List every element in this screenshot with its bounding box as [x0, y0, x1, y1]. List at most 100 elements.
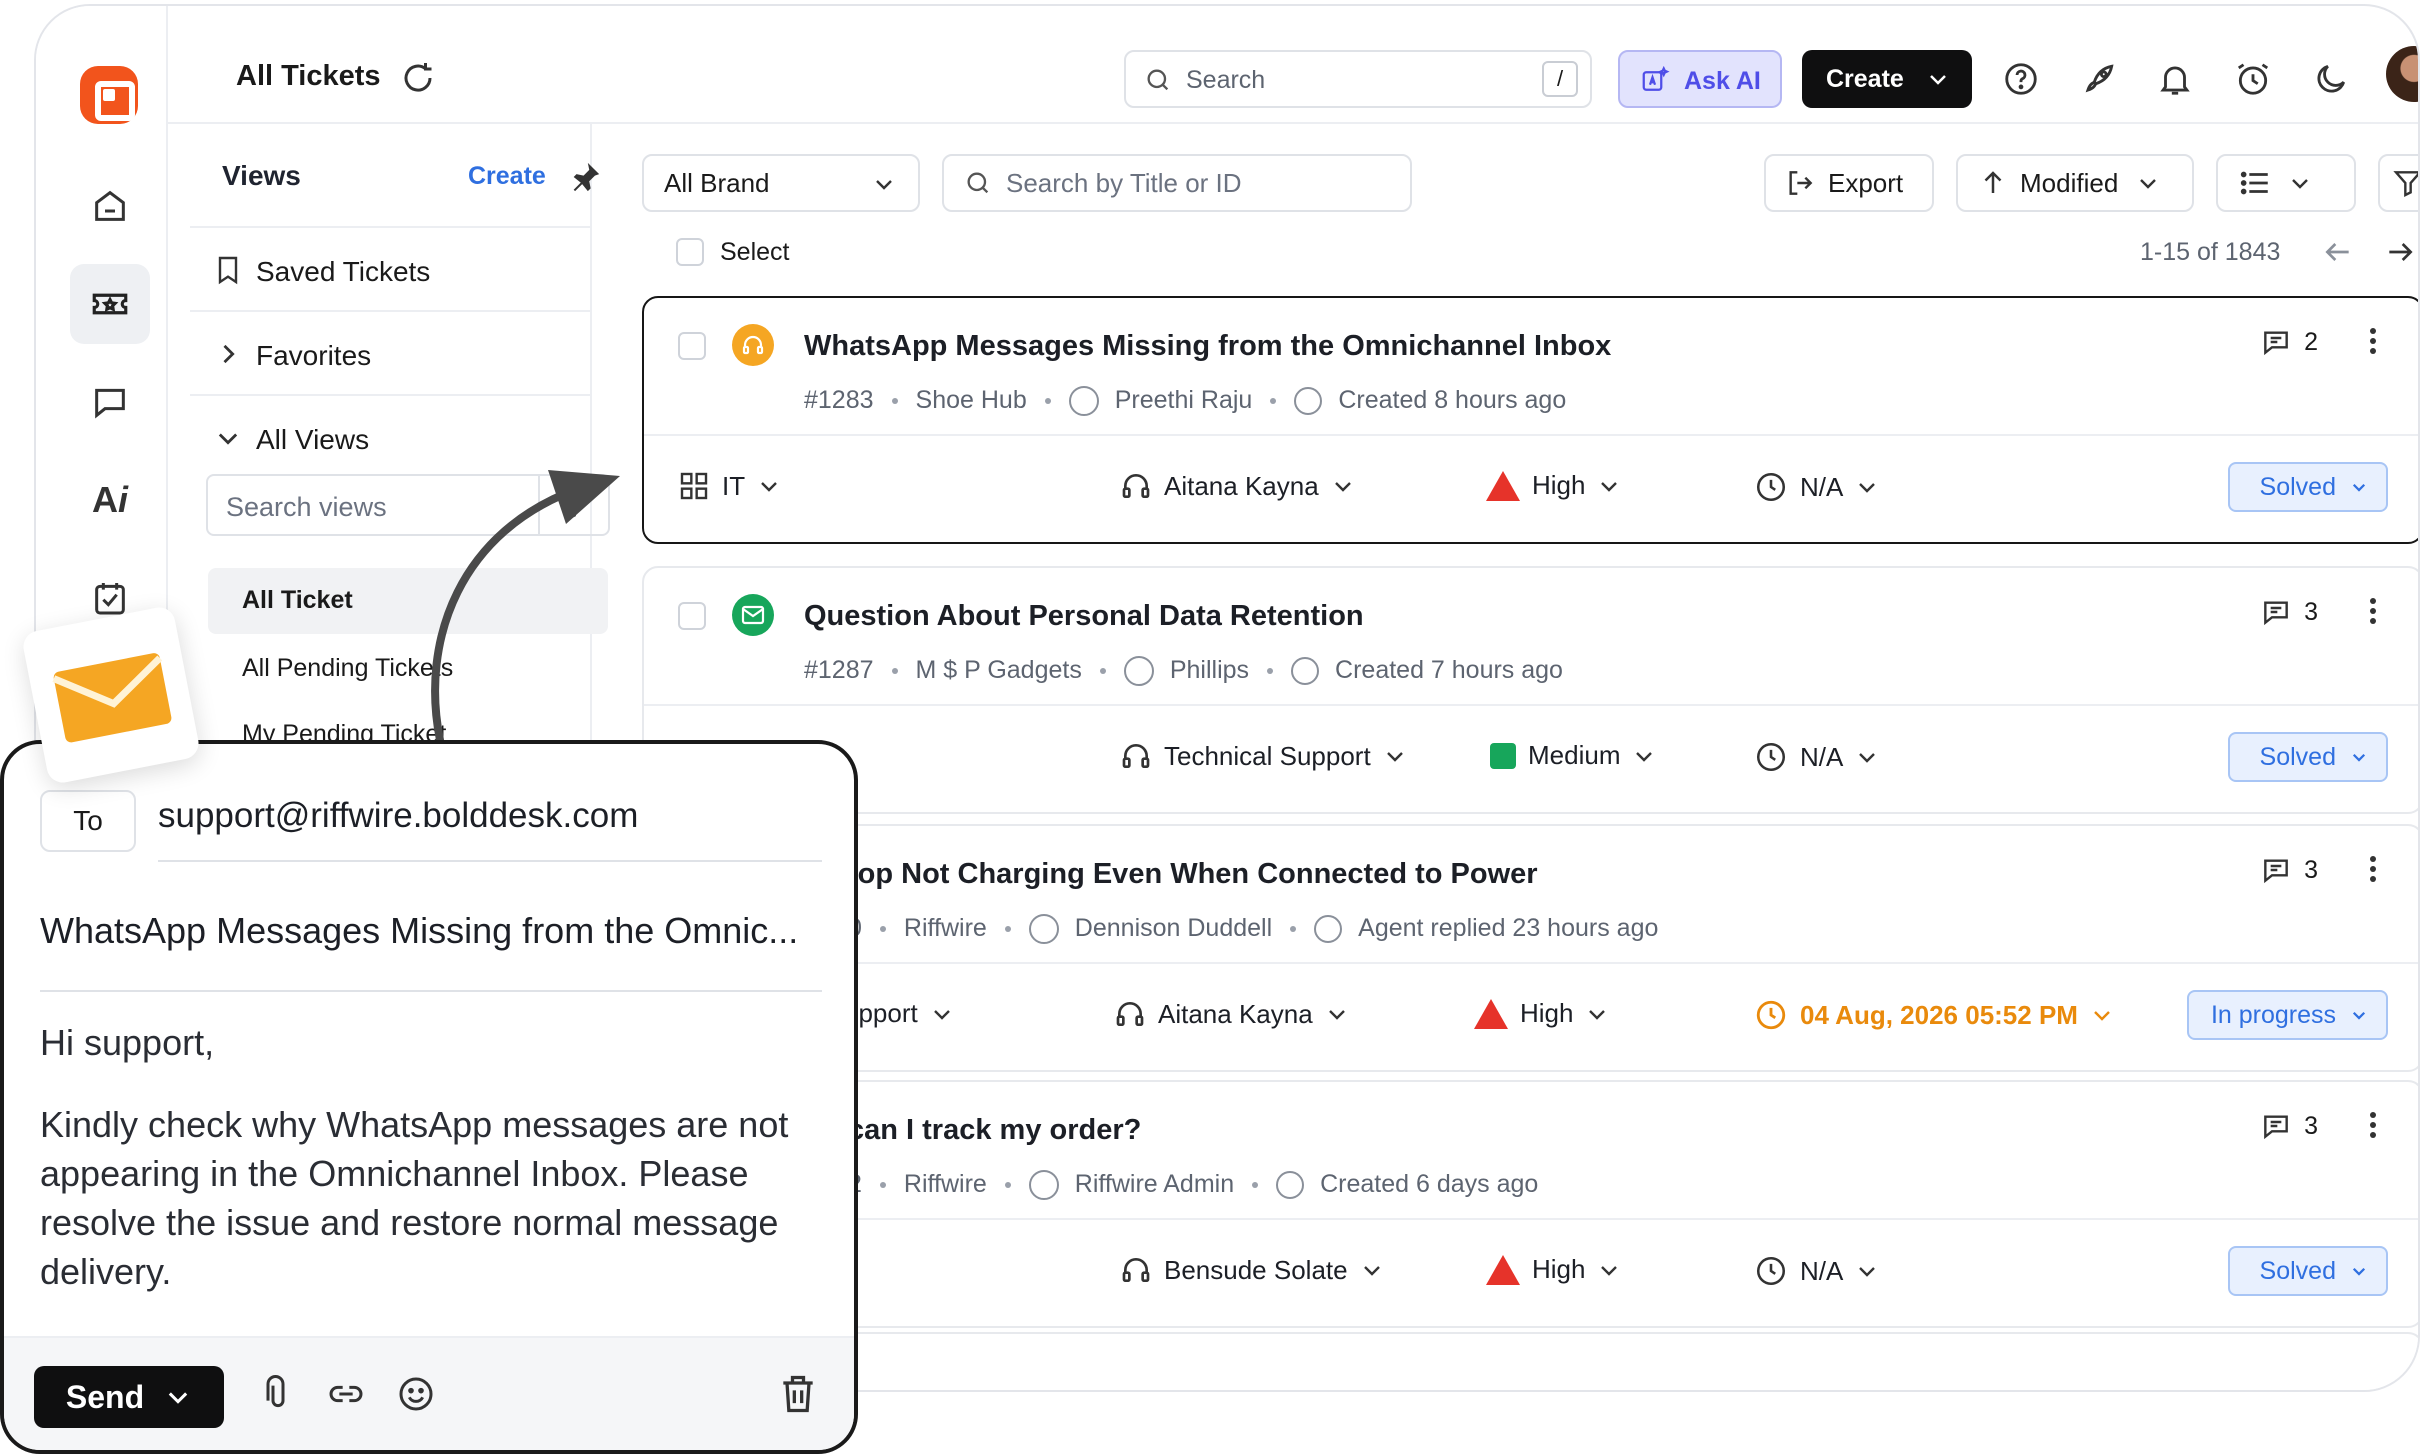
ticket-title[interactable]: WhatsApp Messages Missing from the Omnic…: [804, 330, 1611, 363]
attachment-icon[interactable]: [258, 1374, 298, 1414]
ticket-time: Created 7 hours ago: [1335, 656, 1563, 684]
brand-dropdown-label: All Brand: [664, 167, 770, 198]
agent-dropdown[interactable]: Technical Support: [1120, 740, 1407, 772]
comment-count[interactable]: 2: [2260, 326, 2318, 358]
ticket-title[interactable]: top Not Charging Even When Connected to …: [848, 858, 1538, 891]
priority-dropdown[interactable]: Medium: [1490, 740, 1656, 771]
ticket-title[interactable]: can I track my order?: [848, 1114, 1141, 1147]
refresh-icon[interactable]: [400, 60, 436, 96]
view-item-all-ticket[interactable]: All Ticket: [242, 586, 353, 615]
help-icon[interactable]: [2002, 60, 2042, 100]
chevron-down-icon: [1386, 752, 1403, 762]
priority-dropdown[interactable]: High: [1486, 1254, 1621, 1285]
emoji-icon[interactable]: [396, 1374, 436, 1414]
email-greeting[interactable]: Hi support,: [40, 1022, 214, 1064]
ask-ai-button[interactable]: Ask AI: [1618, 50, 1782, 108]
due-date-dropdown[interactable]: N/A: [1754, 470, 1879, 504]
link-icon[interactable]: [326, 1374, 366, 1414]
priority-label: Medium: [1528, 740, 1621, 770]
alarm-clock-icon[interactable]: [2234, 60, 2274, 100]
status-label: Solved: [2259, 742, 2336, 771]
ticket-checkbox[interactable]: [678, 602, 706, 630]
due-date-dropdown[interactable]: 04 Aug, 2026 05:52 PM: [1754, 998, 2114, 1032]
priority-dropdown[interactable]: High: [1486, 470, 1621, 501]
ticket-card[interactable]: WhatsApp Messages Missing from the Omnic…: [642, 296, 2418, 544]
ticket-card[interactable]: can I track my order? 2RiffwireRiffwire …: [642, 1080, 2418, 1328]
ticket-contact[interactable]: Dennison Duddell: [1075, 914, 1272, 942]
global-search-input[interactable]: Search /: [1124, 50, 1592, 108]
ticket-contact[interactable]: Preethi Raju: [1115, 386, 1253, 414]
ticket-brand: Riffwire: [903, 1170, 987, 1198]
comment-icon: [2264, 1115, 2288, 1140]
more-options-icon[interactable]: [2370, 324, 2378, 358]
next-page-arrow-icon[interactable]: [2384, 236, 2416, 268]
subject-field[interactable]: WhatsApp Messages Missing from the Omnic…: [40, 910, 798, 952]
ticket-search-placeholder: Search by Title or ID: [1006, 167, 1242, 198]
previous-page-arrow-icon[interactable]: [2322, 236, 2354, 268]
dark-mode-moon-icon[interactable]: [2312, 60, 2352, 100]
category-dropdown[interactable]: upport: [844, 998, 954, 1029]
to-label: To: [40, 790, 136, 852]
favorites-item[interactable]: Favorites: [190, 310, 590, 394]
ticket-search-input[interactable]: Search by Title or ID: [942, 154, 1412, 212]
ticket-meta: 2RiffwireRiffwire AdminCreated 6 days ag…: [848, 1170, 1538, 1201]
trash-icon[interactable]: [776, 1372, 820, 1416]
view-mode-dropdown[interactable]: [2216, 154, 2356, 212]
saved-tickets-item[interactable]: Saved Tickets: [190, 226, 590, 310]
sort-dropdown[interactable]: Modified: [1956, 154, 2194, 212]
select-all-checkbox[interactable]: [676, 238, 704, 266]
category-dropdown[interactable]: IT: [678, 470, 781, 502]
comment-count[interactable]: 3: [2260, 596, 2318, 628]
ai-icon[interactable]: Ai: [70, 460, 150, 540]
export-button[interactable]: Export: [1764, 154, 1934, 212]
rocket-icon[interactable]: [2080, 60, 2120, 100]
agent-dropdown[interactable]: Aitana Kayna: [1114, 998, 1349, 1030]
all-views-label: All Views: [256, 424, 370, 455]
ticket-card[interactable]: [642, 1332, 2418, 1390]
notifications-bell-icon[interactable]: [2156, 60, 2196, 100]
ticket-title[interactable]: Question About Personal Data Retention: [804, 600, 1364, 633]
due-date-dropdown[interactable]: N/A: [1754, 740, 1879, 774]
status-dropdown[interactable]: Solved: [2227, 462, 2388, 512]
due-date-dropdown[interactable]: N/A: [1754, 1254, 1879, 1288]
send-button[interactable]: Send: [34, 1366, 224, 1428]
status-label: In progress: [2210, 1000, 2336, 1029]
pin-icon[interactable]: [568, 160, 602, 194]
status-label: Solved: [2259, 472, 2336, 501]
home-icon[interactable]: [70, 166, 150, 246]
more-options-icon[interactable]: [2370, 1108, 2378, 1142]
to-address-field[interactable]: support@riffwire.bolddesk.com: [158, 796, 638, 836]
priority-dropdown[interactable]: High: [1474, 998, 1609, 1029]
bookmark-icon: [218, 256, 238, 285]
envelope-icon: [52, 653, 172, 743]
more-options-icon[interactable]: [2370, 852, 2378, 886]
agent-dropdown[interactable]: Bensude Solate: [1120, 1254, 1384, 1286]
agent-dropdown[interactable]: Aitana Kayna: [1120, 470, 1355, 502]
more-options-icon[interactable]: [2370, 594, 2378, 628]
chevron-right-icon: [223, 344, 235, 364]
chevron-down-icon: [1859, 1267, 1876, 1277]
ticket-brand: M $ P Gadgets: [915, 656, 1082, 684]
comment-count[interactable]: 3: [2260, 854, 2318, 886]
comment-icon: [2264, 601, 2288, 626]
bolddesk-logo-icon[interactable]: [80, 66, 138, 124]
chat-icon[interactable]: [70, 362, 150, 442]
ticket-card[interactable]: top Not Charging Even When Connected to …: [642, 824, 2418, 1072]
filter-button[interactable]: [2378, 154, 2418, 212]
create-button[interactable]: Create: [1802, 50, 1972, 108]
status-dropdown[interactable]: Solved: [2227, 1246, 2388, 1296]
create-view-link[interactable]: Create: [468, 162, 546, 191]
email-body[interactable]: Kindly check why WhatsApp messages are n…: [40, 1100, 840, 1296]
ticket-checkbox[interactable]: [678, 332, 706, 360]
create-label: Create: [1826, 65, 1904, 93]
status-dropdown[interactable]: Solved: [2227, 732, 2388, 782]
chevron-down-icon: [1601, 1265, 1618, 1276]
brand-dropdown[interactable]: All Brand: [642, 154, 920, 212]
ticket-contact[interactable]: Riffwire Admin: [1075, 1170, 1234, 1198]
status-dropdown[interactable]: In progress: [2186, 990, 2388, 1040]
ticket-contact[interactable]: Phillips: [1170, 656, 1249, 684]
comment-count[interactable]: 3: [2260, 1110, 2318, 1142]
chevron-down-icon: [2352, 1267, 2366, 1276]
tickets-icon[interactable]: [70, 264, 150, 344]
ticket-card[interactable]: Question About Personal Data Retention #…: [642, 566, 2418, 814]
